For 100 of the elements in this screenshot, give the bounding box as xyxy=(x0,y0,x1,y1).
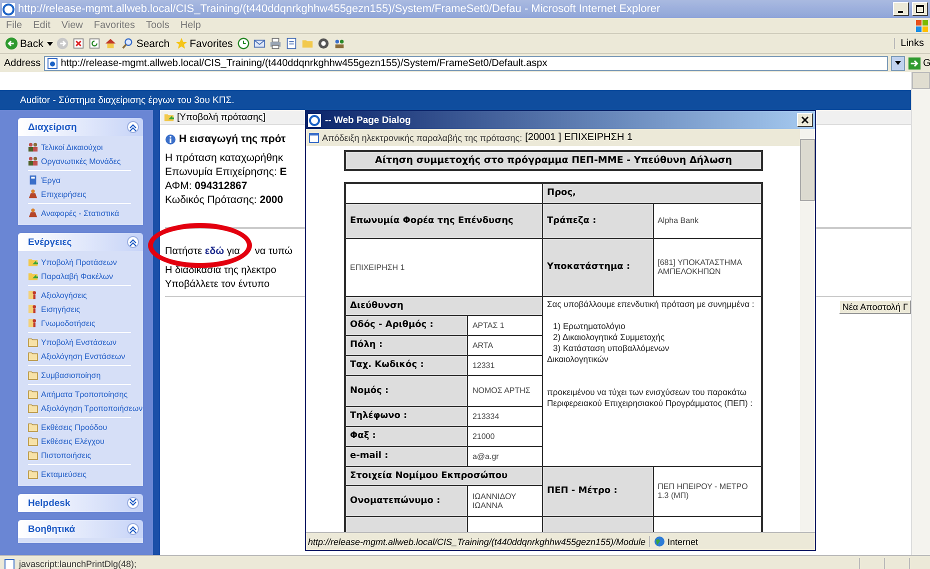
address-label: Address xyxy=(4,58,41,68)
info-icon xyxy=(165,134,176,144)
person-icon xyxy=(28,304,38,314)
zone-label: Internet xyxy=(668,536,698,546)
here-link[interactable]: εδώ xyxy=(204,246,224,257)
sidebar-link[interactable]: Αξιολόγηση Τροποποιήσεων xyxy=(28,401,143,415)
sidebar-link[interactable]: Έργα xyxy=(28,173,60,187)
new-send-button[interactable]: Νέα Αποστολή Γ xyxy=(839,300,911,314)
table-cell: ΙΩΑΝΝΙΔΟΥ ΙΩΑΝΝΑ xyxy=(468,485,543,516)
address-value: http://release-mgmt.allweb.local/CIS_Training/(t440ddqnrkghhw455gezn155)/System/FrameSet0/Default.aspx xyxy=(60,58,548,68)
table-cell: ΠΕΠ ΗΠΕΙΡΟΥ - ΜΕΤΡΟ 1.3 (ΜΠ) xyxy=(653,466,762,516)
menu-item[interactable]: View xyxy=(61,20,83,31)
maximize-icon xyxy=(916,5,924,13)
window-title: http://release-mgmt.allweb.local/CIS_Training/(t440ddqnrkghhw455gezn155)/System/FrameSet0/Defau - Microsoft Internet Explorer xyxy=(18,3,662,15)
sidebar-link[interactable]: Αναφορές - Στατιστικά xyxy=(28,206,120,220)
back-button[interactable]: Back xyxy=(4,37,44,50)
table-cell: a@a.gr xyxy=(468,446,543,466)
detail-line: Κωδικός Πρότασης: 2000 xyxy=(165,193,284,207)
close-button[interactable] xyxy=(797,113,813,127)
page-icon xyxy=(46,58,58,68)
scrollbar[interactable] xyxy=(800,129,815,532)
envelope-icon[interactable] xyxy=(252,37,266,50)
sidebar-link[interactable]: Συμβασιοποίηση xyxy=(28,368,101,382)
table-cell: Φαξ : xyxy=(345,426,468,446)
menu-item[interactable]: Help xyxy=(180,20,201,31)
document-icon[interactable] xyxy=(284,37,298,50)
page-title: [Υποβολή πρότασης] xyxy=(177,112,266,122)
section-heading: Η εισαγωγή της πρότ xyxy=(179,133,286,145)
sidebar-link[interactable]: Εκθέσεις Ελέγχου xyxy=(28,434,104,448)
page-icon xyxy=(4,558,15,569)
address-field[interactable]: http://release-mgmt.allweb.local/CIS_Training/(t440ddqnrkghhw455gezn155)/System/FrameSet0/Default.aspx xyxy=(44,56,888,70)
table-cell: ARTA xyxy=(468,335,543,355)
refresh-icon[interactable] xyxy=(88,37,102,50)
sidebar-link[interactable]: Υποβολή Ενστάσεων xyxy=(28,335,116,349)
receipt-title: Απόδειξη ηλεκτρονικής παραλαβής της πρότασης: xyxy=(322,132,522,142)
printer-icon[interactable] xyxy=(268,37,282,50)
maximize-button[interactable] xyxy=(912,2,928,16)
instruction-line: Η διαδικασία της ηλεκτρο xyxy=(165,264,276,278)
chevron-icon[interactable] xyxy=(127,121,139,133)
table-cell: Διεύθυνση xyxy=(345,296,543,315)
people-icon xyxy=(28,156,38,166)
clock-icon[interactable] xyxy=(236,37,250,50)
dropdown-caret-icon[interactable] xyxy=(47,42,54,46)
favorites-button[interactable]: Favorites xyxy=(174,37,234,50)
form-title: Αίτηση συμμετοχής στο πρόγραμμα ΠΕΠ-ΜΜΕ - Υπεύθυνη Δήλωση xyxy=(344,150,763,171)
menu-item[interactable]: Edit xyxy=(33,20,50,31)
sidebar-link[interactable]: Εκταμιεύσεις xyxy=(28,467,86,481)
menu-item[interactable]: Tools xyxy=(146,20,170,31)
panel-header[interactable]: Βοηθητικά xyxy=(18,520,143,538)
table-cell: Τηλέφωνο : xyxy=(345,406,468,426)
menu-item[interactable]: File xyxy=(6,20,22,31)
declaration-cell: Σας υποβάλλουμε επενδυτική πρόταση με συνημμένα : 1) Ερωτηματολόγιο 2) Δικαιολογητικά Συμμετοχής 3) Κατάσταση υποβαλλόμενων Δικαιολογητικών προκειμένου να τύχει των ενισχύσεων του παρακάτω Περιφερειακού Επιχειρησιακού Προγράμματος (ΠΕΠ) : xyxy=(542,296,762,466)
chevron-icon[interactable] xyxy=(127,497,139,509)
table-cell: ΝΟΜΟΣ ΑΡΤΗΣ xyxy=(468,375,543,406)
panel-header[interactable]: Helpdesk xyxy=(18,494,143,512)
panel-header[interactable]: Διαχείριση xyxy=(18,118,143,136)
panel-title: Ενέργειες xyxy=(28,236,72,248)
sidebar-link[interactable]: Παραλαβή Φακέλων xyxy=(28,269,114,283)
sidebar-link[interactable]: Οργανωτικές Μονάδες xyxy=(28,154,121,168)
table-cell: Ονοματεπώνυμο : xyxy=(345,485,468,516)
links-label[interactable]: Links xyxy=(894,38,930,49)
sidebar-link[interactable]: Πιστοποιήσεις xyxy=(28,448,92,462)
instruction-line: Υποβάλλετε τον έντυπο xyxy=(165,278,270,292)
sidebar-link[interactable]: Αξιολόγηση Ενστάσεων xyxy=(28,349,126,363)
status-url: http://release-mgmt.allweb.local/CIS_Training/(t440ddqnrkghhw455gezn155)/Module xyxy=(308,536,646,546)
sidebar-link[interactable]: Εισηγήσεις xyxy=(28,302,80,316)
panel-header[interactable]: Ενέργειες xyxy=(18,233,143,251)
table-cell: 12331 xyxy=(468,355,543,375)
sidebar-link[interactable]: Γνωμοδοτήσεις xyxy=(28,316,96,330)
dropdown-caret-icon[interactable] xyxy=(895,61,901,65)
folder-arrow-icon xyxy=(164,112,174,122)
sidebar-link[interactable]: Επιχειρήσεις xyxy=(28,187,86,201)
stop-icon[interactable] xyxy=(72,37,86,50)
search-button[interactable]: Search xyxy=(120,37,171,50)
people-icon[interactable] xyxy=(332,37,346,50)
minimize-button[interactable] xyxy=(893,2,909,16)
scrollbar[interactable] xyxy=(911,72,930,555)
figure-icon xyxy=(28,208,38,218)
table-cell: ΑΡΤΑΣ 1 xyxy=(468,315,543,335)
chevron-icon[interactable] xyxy=(127,523,139,535)
search-icon[interactable] xyxy=(121,37,134,50)
person-icon xyxy=(28,318,38,328)
star-icon[interactable] xyxy=(174,37,188,50)
menu-item[interactable]: Favorites xyxy=(94,20,135,31)
sidebar-link[interactable]: Τελικοί Δικαιούχοι xyxy=(28,140,103,154)
table-cell: ΠΕΠ - Μέτρο : xyxy=(542,466,654,516)
sidebar-link[interactable]: Υποβολή Προτάσεων xyxy=(28,255,117,269)
sidebar-link[interactable]: Αιτήματα Τροποποίησης xyxy=(28,387,128,401)
folder-arrow-icon xyxy=(28,257,38,267)
panel-title: Helpdesk xyxy=(28,498,70,508)
back-arrow-icon[interactable] xyxy=(5,37,18,50)
home-icon[interactable] xyxy=(104,37,118,50)
figure-icon xyxy=(28,189,38,199)
table-cell: Επωνυμία Φορέα της Επένδυσης xyxy=(345,203,543,238)
sidebar-link[interactable]: Εκθέσεις Προόδου xyxy=(28,420,108,434)
chevron-icon[interactable] xyxy=(127,236,139,248)
table-cell: Νομός : xyxy=(345,375,468,406)
address-dropdown[interactable] xyxy=(891,56,905,70)
table-cell: Στοιχεία Νομίμου Εκπροσώπου xyxy=(345,466,543,485)
sidebar-link[interactable]: Αξιολογήσεις xyxy=(28,288,87,302)
